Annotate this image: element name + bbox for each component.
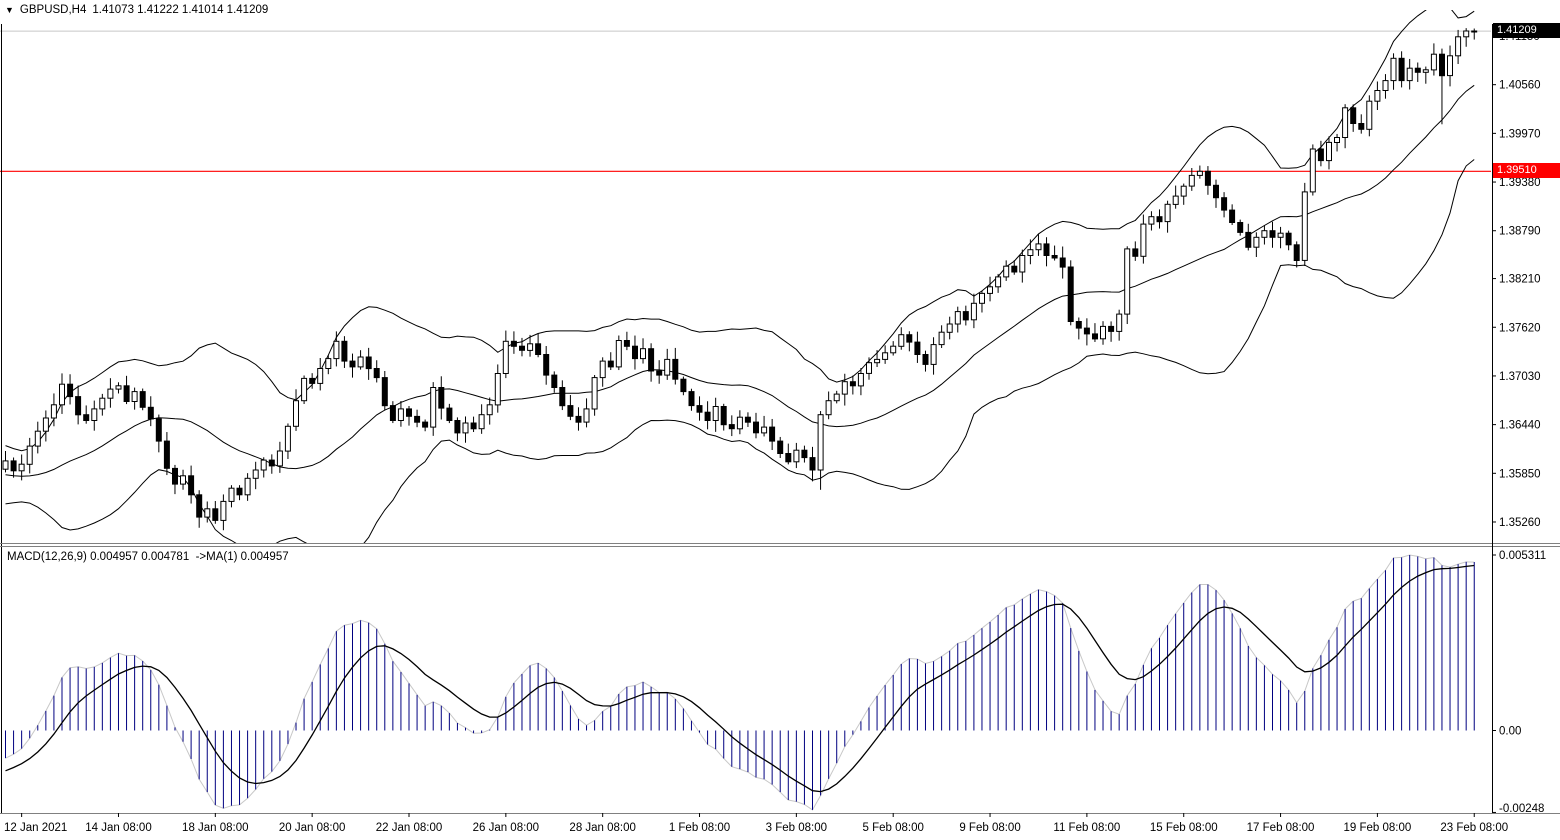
time-axis-label[interactable]: 19 Feb 08:00 xyxy=(1344,822,1412,834)
price-axis-label: 1.39380 xyxy=(1499,177,1541,189)
price-axis-label: 1.37620 xyxy=(1499,322,1541,334)
time-axis-label[interactable]: 15 Feb 08:00 xyxy=(1150,822,1218,834)
time-axis-label[interactable]: 9 Feb 08:00 xyxy=(959,822,1020,834)
price-axis-labels: 1.411501.405601.399701.393801.387901.382… xyxy=(1492,31,1541,529)
time-axis-label[interactable]: 18 Jan 08:00 xyxy=(182,822,249,834)
macd-axis-label: 0.005311 xyxy=(1499,550,1546,562)
price-axis-label: 1.35850 xyxy=(1499,468,1541,480)
time-axis-label[interactable]: 20 Jan 08:00 xyxy=(279,822,346,834)
time-axis-label[interactable]: 12 Jan 2021 xyxy=(4,822,67,834)
chart-canvas[interactable]: 1.411501.405601.399701.393801.387901.382… xyxy=(0,0,1560,840)
time-axis-label[interactable]: 5 Feb 08:00 xyxy=(863,822,924,834)
macd-axis-label: 0.00 xyxy=(1499,726,1521,738)
current-price-box: 1.41209 xyxy=(1493,23,1560,38)
macd-indicator-label: MACD(12,26,9) 0.004957 0.004781 ->MA(1) … xyxy=(7,551,289,563)
time-axis-label[interactable]: 26 Jan 08:00 xyxy=(473,822,540,834)
time-axis-label[interactable]: 3 Feb 08:00 xyxy=(766,822,827,834)
price-axis-label: 1.40560 xyxy=(1499,80,1541,92)
macd-main-line xyxy=(6,555,1475,810)
symbol-dropdown-icon[interactable]: ▼ xyxy=(5,5,14,16)
bollinger-upper-band xyxy=(6,5,1475,451)
time-axis-label[interactable]: 17 Feb 08:00 xyxy=(1247,822,1315,834)
red-line-price-box[interactable]: 1.39510 xyxy=(1493,163,1560,178)
ohlc-values: 1.41073 1.41222 1.41014 1.41209 xyxy=(92,4,268,16)
time-axis-label[interactable]: 14 Jan 08:00 xyxy=(85,822,152,834)
macd-panel xyxy=(6,555,1475,810)
time-axis-label[interactable]: 28 Jan 08:00 xyxy=(569,822,636,834)
time-axis-label[interactable]: 22 Jan 08:00 xyxy=(376,822,443,834)
candles xyxy=(3,28,1477,530)
symbol-title: GBPUSD,H4 xyxy=(20,4,86,16)
time-axis-label[interactable]: 23 Feb 08:00 xyxy=(1440,822,1508,834)
macd-axis-label: -0.00248 xyxy=(1499,803,1544,815)
price-axis-label: 1.38210 xyxy=(1499,274,1541,286)
main-price-panel xyxy=(0,5,1492,561)
price-axis-label: 1.39970 xyxy=(1499,128,1541,140)
bollinger-lower-band xyxy=(6,160,1475,562)
macd-axis-labels: 0.005311 0.00 -0.00248 xyxy=(1492,550,1546,815)
time-axis-label[interactable]: 1 Feb 08:00 xyxy=(669,822,730,834)
time-axis-labels: 12 Jan 2021 14 Jan 08:00 18 Jan 08:00 20 Ja… xyxy=(4,813,1508,834)
chart-window: 1.411501.405601.399701.393801.387901.382… xyxy=(0,0,1560,840)
time-axis-label[interactable]: 11 Feb 08:00 xyxy=(1053,822,1120,834)
price-axis-label: 1.37030 xyxy=(1499,371,1541,383)
price-axis-label: 1.36440 xyxy=(1499,420,1541,432)
price-axis-label: 1.38790 xyxy=(1499,226,1541,238)
chart-header: ▼ GBPUSD,H4 1.41073 1.41222 1.41014 1.41… xyxy=(5,4,268,16)
macd-histogram xyxy=(6,555,1475,810)
price-axis-label: 1.35260 xyxy=(1499,517,1541,529)
